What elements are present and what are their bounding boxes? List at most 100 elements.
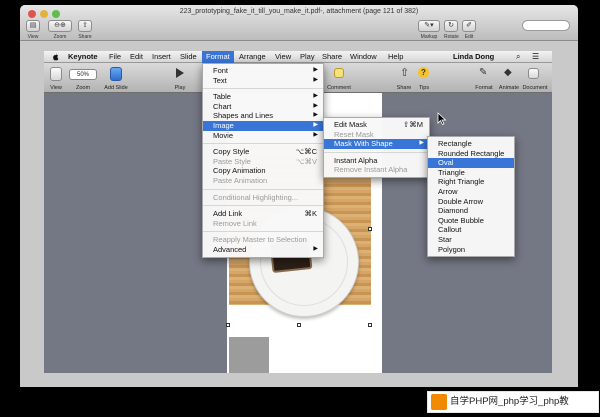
menu-item-copy-style[interactable]: Copy Style ⌥⌘C	[203, 147, 323, 157]
menu-item-label: Movie	[213, 130, 234, 140]
shortcut-label: ⌥⌘C	[295, 147, 317, 157]
menu-item-callout[interactable]: Callout	[428, 225, 514, 235]
menu-item-polygon[interactable]: Polygon	[428, 245, 514, 255]
menu-item-star[interactable]: Star	[428, 235, 514, 245]
share-toolbar-icon[interactable]: ⇧	[400, 66, 409, 79]
document-label: Document	[522, 85, 548, 91]
menu-item-mask-with-shape[interactable]: Mask With Shape ▶	[324, 139, 429, 149]
selection-handle[interactable]	[226, 323, 230, 327]
menu-edit[interactable]: Edit	[126, 51, 147, 63]
menu-play[interactable]: Play	[296, 51, 319, 63]
user-name[interactable]: Linda Dong	[449, 51, 498, 63]
menu-item-label: Mask With Shape	[334, 139, 393, 149]
selection-handle[interactable]	[368, 227, 372, 231]
document-icon[interactable]	[528, 68, 539, 79]
play-icon[interactable]	[176, 68, 184, 78]
share-label: Share	[78, 34, 92, 40]
pointer-cursor-icon	[437, 112, 447, 125]
notification-list-icon[interactable]: ☰	[528, 51, 543, 63]
menu-item-quote-bubble[interactable]: Quote Bubble	[428, 216, 514, 226]
menu-item-remove-link: Remove Link	[203, 219, 323, 229]
edit-icon[interactable]: ✐	[462, 20, 476, 32]
menu-item-label: Shapes and Lines	[213, 111, 274, 121]
menu-item-font[interactable]: Font ▶	[203, 66, 323, 76]
menu-format[interactable]: Format	[202, 51, 234, 63]
menu-separator	[203, 205, 323, 207]
tips-label: Tips	[418, 85, 430, 91]
format-brush-icon[interactable]: ✎	[479, 67, 487, 78]
menu-item-text[interactable]: Text ▶	[203, 76, 323, 86]
menu-keynote[interactable]: Keynote	[64, 51, 102, 63]
zoom-label: Zoom	[53, 34, 67, 40]
zoom-controls-icon[interactable]: ⊖⊕	[48, 20, 72, 32]
apple-icon[interactable]	[52, 53, 59, 61]
rotate-label: Rotate	[444, 34, 459, 40]
menu-item-label: Copy Animation	[213, 166, 266, 176]
menu-item-label: Table	[213, 92, 231, 102]
menu-item-copy-animation[interactable]: Copy Animation	[203, 166, 323, 176]
menu-item-shapes-and-lines[interactable]: Shapes and Lines ▶	[203, 111, 323, 121]
spotlight-search-icon[interactable]: ⌕	[512, 51, 524, 63]
menu-item-reapply-master: Reapply Master to Selection	[203, 235, 323, 245]
menu-item-label: Edit Mask	[334, 120, 367, 129]
menu-file[interactable]: File	[105, 51, 125, 63]
rotate-icon[interactable]: ↻	[444, 20, 458, 32]
animate-icon[interactable]: ◆	[504, 67, 512, 78]
animate-label: Animate	[498, 85, 520, 91]
menu-arrange[interactable]: Arrange	[235, 51, 270, 63]
menu-item-triangle[interactable]: Triangle	[428, 168, 514, 178]
menu-item-add-link[interactable]: Add Link ⌘K	[203, 209, 323, 219]
menu-item-movie[interactable]: Movie ▶	[203, 131, 323, 141]
menu-item-advanced[interactable]: Advanced ▶	[203, 245, 323, 255]
gray-placeholder[interactable]	[229, 337, 269, 373]
menu-item-rounded-rectangle[interactable]: Rounded Rectangle	[428, 149, 514, 159]
menu-item-right-triangle[interactable]: Right Triangle	[428, 177, 514, 187]
menu-item-label: Font	[213, 66, 229, 75]
format-label: Format	[475, 85, 493, 91]
submenu-arrow-icon: ▶	[313, 67, 318, 73]
watermark-text: 自学PHP网_php学习_php教	[450, 396, 569, 407]
add-slide-label: Add Slide	[104, 85, 128, 91]
menu-item-chart[interactable]: Chart ▶	[203, 102, 323, 112]
menu-window[interactable]: Window	[346, 51, 381, 63]
menu-item-edit-mask[interactable]: Edit Mask ⇧⌘M	[324, 120, 429, 130]
selection-handle[interactable]	[297, 323, 301, 327]
submenu-arrow-icon: ▶	[313, 112, 318, 119]
zoom-select[interactable]: 50%	[69, 69, 97, 80]
menu-item-label: Paste Animation	[213, 175, 268, 185]
submenu-arrow-icon: ▶	[313, 76, 318, 83]
share-toolbar-label: Share	[396, 85, 412, 91]
menu-item-double-arrow[interactable]: Double Arrow	[428, 197, 514, 207]
menu-view[interactable]: View	[271, 51, 295, 63]
view-label: View	[27, 34, 39, 40]
markup-label: Markup	[420, 34, 438, 40]
menu-item-label: Chart	[213, 101, 232, 111]
menu-item-label: Add Link	[213, 209, 243, 219]
menu-share[interactable]: Share	[318, 51, 346, 63]
menu-item-diamond[interactable]: Diamond	[428, 206, 514, 216]
menu-item-label: Image	[213, 120, 234, 130]
sidebar-view-icon[interactable]: ▤	[26, 20, 40, 32]
menu-item-label: Advanced	[213, 244, 247, 254]
menu-slide[interactable]: Slide	[176, 51, 201, 63]
menu-item-instant-alpha[interactable]: Instant Alpha	[324, 156, 429, 166]
add-slide-icon[interactable]	[110, 67, 122, 81]
comment-icon[interactable]	[334, 68, 344, 78]
menu-help[interactable]: Help	[384, 51, 407, 63]
menu-separator	[203, 88, 323, 90]
menu-item-oval[interactable]: Oval	[428, 158, 514, 168]
shortcut-label: ⇧⌘M	[402, 120, 423, 129]
menu-insert[interactable]: Insert	[148, 51, 175, 63]
search-input[interactable]	[522, 20, 570, 31]
markup-icon[interactable]: ✎▾	[418, 20, 440, 32]
menu-item-conditional-highlighting: Conditional Highlighting...	[203, 193, 323, 203]
menu-item-rectangle[interactable]: Rectangle	[428, 139, 514, 149]
menu-item-paste-style: Paste Style ⌥⌘V	[203, 157, 323, 167]
menu-item-table[interactable]: Table ▶	[203, 92, 323, 102]
selection-handle[interactable]	[368, 323, 372, 327]
view-icon[interactable]	[50, 67, 62, 81]
menu-item-image[interactable]: Image ▶	[203, 120, 323, 131]
menu-item-arrow[interactable]: Arrow	[428, 187, 514, 197]
share-icon[interactable]: ⇧	[78, 20, 92, 32]
tips-icon[interactable]: ?	[418, 67, 429, 78]
